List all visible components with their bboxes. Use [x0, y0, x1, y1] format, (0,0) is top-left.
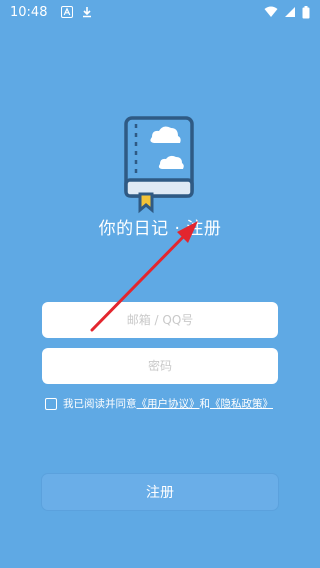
signal-icon	[285, 7, 295, 17]
notification-a-icon	[61, 6, 74, 18]
register-button[interactable]: 注册	[42, 474, 278, 510]
status-right	[264, 5, 310, 19]
status-time: 10:48	[10, 4, 48, 20]
download-icon	[83, 7, 92, 18]
privacy-policy-link[interactable]: 《隐私政策》	[210, 396, 273, 411]
status-bar: 10:48	[0, 0, 320, 24]
email-input[interactable]	[42, 302, 278, 338]
user-agreement-link[interactable]: 《用户协议》	[137, 396, 200, 411]
battery-icon	[302, 5, 310, 18]
agree-and-text: 和	[199, 398, 211, 410]
diary-book-logo	[124, 116, 194, 214]
agree-text: 我已阅读并同意	[63, 398, 137, 410]
password-input[interactable]	[42, 348, 278, 384]
agree-checkbox[interactable]	[45, 397, 57, 410]
wifi-icon	[264, 6, 278, 17]
agreement-row: 我已阅读并同意 《用户协议》 和 《隐私政策》	[45, 396, 285, 411]
page-title: 你的日记 · 注册	[98, 219, 222, 239]
